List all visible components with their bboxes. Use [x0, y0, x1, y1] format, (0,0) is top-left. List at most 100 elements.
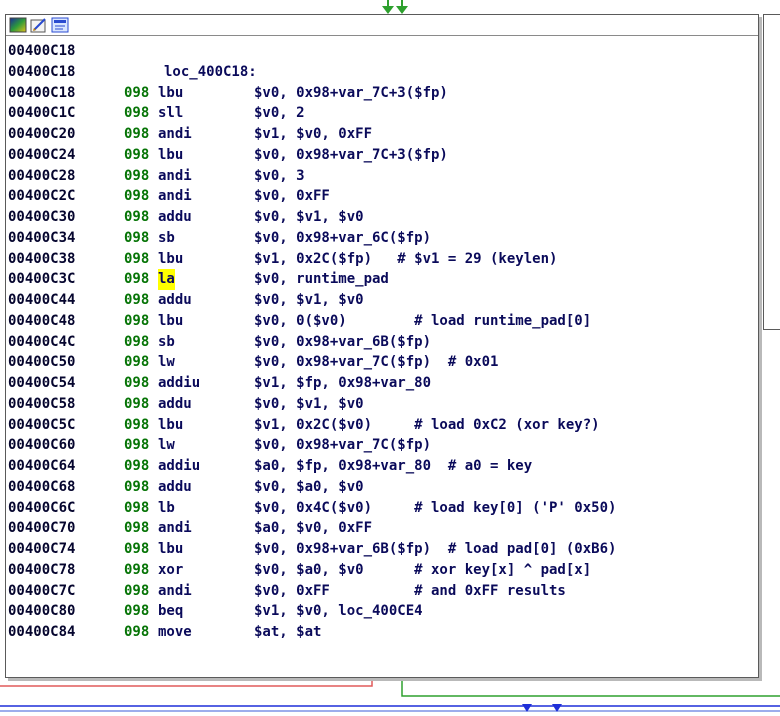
operands[interactable]: $v0, 0xFF — [254, 186, 330, 207]
disasm-line[interactable]: 00400C34 098 sb $v0, 0x98+var_6C($fp) — [6, 228, 758, 249]
line-address: 00400C80 — [8, 603, 76, 620]
disasm-line[interactable]: 00400C48 098 lbu $v0, 0($v0) # load runtime… — [6, 311, 758, 332]
operands[interactable]: $v0, 0x98+var_7C+3($fp) — [254, 145, 448, 166]
operands[interactable]: $v1, $v0, loc_400CE4 — [254, 601, 423, 622]
line-address: 00400C4C — [8, 333, 76, 350]
mnemonic[interactable]: xor — [158, 560, 183, 581]
operands[interactable]: $v0, 0x98+var_6B($fp) # load pad[0] (0xB… — [254, 539, 616, 560]
disasm-line[interactable]: 00400C20 098 andi $v1, $v0, 0xFF — [6, 124, 758, 145]
disasm-line[interactable]: 00400C2C 098 andi $v0, 0xFF — [6, 186, 758, 207]
mnemonic[interactable]: lbu — [158, 311, 183, 332]
stack-pointer: 098 — [124, 312, 150, 329]
line-address: 00400C34 — [8, 229, 76, 246]
disasm-line[interactable]: 00400C3C 098 la $v0, runtime_pad — [6, 269, 758, 290]
operands[interactable]: $v0, 0x98+var_6C($fp) — [254, 228, 431, 249]
mnemonic[interactable]: addu — [158, 290, 192, 311]
code-block-node[interactable]: 00400C18 00400C18 loc_400C18: 00400C18 098 lb… — [5, 14, 759, 678]
mnemonic[interactable]: addu — [158, 207, 192, 228]
mnemonic[interactable]: addu — [158, 477, 192, 498]
disasm-line[interactable]: 00400C18 — [6, 41, 758, 62]
mnemonic[interactable]: move — [158, 622, 192, 643]
disasm-line[interactable]: 00400C68 098 addu $v0, $a0, $v0 — [6, 477, 758, 498]
disasm-line[interactable]: 00400C4C 098 sb $v0, 0x98+var_6B($fp) — [6, 332, 758, 353]
mnemonic[interactable]: andi — [158, 166, 192, 187]
stack-pointer: 098 — [124, 250, 150, 267]
mnemonic[interactable]: lbu — [158, 145, 183, 166]
disasm-line[interactable]: 00400C74 098 lbu $v0, 0x98+var_6B($fp) # lo… — [6, 539, 758, 560]
operands[interactable]: $v0, 0x98+var_6B($fp) — [254, 332, 431, 353]
operands[interactable]: $at, $at — [254, 622, 321, 643]
edit-icon[interactable] — [30, 17, 48, 33]
mnemonic[interactable]: andi — [158, 518, 192, 539]
disasm-line[interactable]: 00400C7C 098 andi $v0, 0xFF # and 0xFF resu… — [6, 581, 758, 602]
mnemonic[interactable]: beq — [158, 601, 183, 622]
disasm-line[interactable]: 00400C80 098 beq $v1, $v0, loc_400CE4 — [6, 601, 758, 622]
operands[interactable]: $v1, $fp, 0x98+var_80 — [254, 373, 431, 394]
operands[interactable]: $a0, $v0, 0xFF — [254, 518, 372, 539]
mnemonic[interactable]: andi — [158, 581, 192, 602]
disasm-line[interactable]: 00400C50 098 lw $v0, 0x98+var_7C($fp) # 0x0… — [6, 352, 758, 373]
mnemonic[interactable]: addiu — [158, 456, 200, 477]
disasm-line[interactable]: 00400C28 098 andi $v0, 3 — [6, 166, 758, 187]
stack-pointer: 098 — [124, 395, 150, 412]
mnemonic[interactable]: sb — [158, 228, 175, 249]
operands[interactable]: $v0, 0xFF # and 0xFF results — [254, 581, 566, 602]
adjacent-node[interactable] — [763, 14, 780, 330]
mnemonic[interactable]: addiu — [158, 373, 200, 394]
disasm-line[interactable]: 00400C54 098 addiu $v1, $fp, 0x98+var_80 — [6, 373, 758, 394]
operands[interactable]: $v0, $v1, $v0 — [254, 207, 364, 228]
mnemonic[interactable]: lbu — [158, 415, 183, 436]
mnemonic[interactable]: lw — [158, 352, 175, 373]
operands[interactable]: $v0, 0x98+var_7C($fp) # 0x01 — [254, 352, 498, 373]
disasm-line[interactable]: 00400C44 098 addu $v0, $v1, $v0 — [6, 290, 758, 311]
mnemonic[interactable]: lbu — [158, 83, 183, 104]
code-label[interactable]: loc_400C18: — [164, 62, 257, 83]
stack-pointer: 098 — [124, 167, 150, 184]
disasm-line[interactable]: 00400C38 098 lbu $v1, 0x2C($fp) # $v1 = 29 … — [6, 249, 758, 270]
operands[interactable]: $v1, 0x2C($fp) # $v1 = 29 (keylen) — [254, 249, 557, 270]
operands[interactable]: $v0, 2 — [254, 103, 305, 124]
operands[interactable]: $v0, runtime_pad — [254, 269, 389, 290]
graph-overview-icon[interactable] — [51, 17, 69, 33]
disasm-line[interactable]: 00400C18 098 lbu $v0, 0x98+var_7C+3($fp) — [6, 83, 758, 104]
operands[interactable]: $v0, $v1, $v0 — [254, 394, 364, 415]
operands[interactable]: $v0, $v1, $v0 — [254, 290, 364, 311]
disasm-line[interactable]: 00400C24 098 lbu $v0, 0x98+var_7C+3($fp) — [6, 145, 758, 166]
stack-pointer: 098 — [124, 188, 150, 205]
disasm-line[interactable]: 00400C84 098 move $at, $at — [6, 622, 758, 643]
operands[interactable]: $v0, 0x4C($v0) # load key[0] ('P' 0x50) — [254, 498, 616, 519]
mnemonic[interactable]: sb — [158, 332, 175, 353]
mnemonic[interactable]: la — [158, 269, 175, 290]
operands[interactable]: $v0, 0x98+var_7C+3($fp) — [254, 83, 448, 104]
operands[interactable]: $v0, $a0, $v0 — [254, 477, 364, 498]
mnemonic[interactable]: lb — [158, 498, 175, 519]
stack-pointer: 098 — [124, 229, 150, 246]
operands[interactable]: $v1, $v0, 0xFF — [254, 124, 372, 145]
operands[interactable]: $v0, 3 — [254, 166, 305, 187]
line-address: 00400C84 — [8, 624, 76, 640]
disasm-line[interactable]: 00400C1C 098 sll $v0, 2 — [6, 103, 758, 124]
operands[interactable]: $a0, $fp, 0x98+var_80 # a0 = key — [254, 456, 532, 477]
line-address: 00400C48 — [8, 312, 76, 329]
disasm-line[interactable]: 00400C30 098 addu $v0, $v1, $v0 — [6, 207, 758, 228]
mnemonic[interactable]: lw — [158, 435, 175, 456]
mnemonic[interactable]: lbu — [158, 539, 183, 560]
disasm-line[interactable]: 00400C5C 098 lbu $v1, 0x2C($v0) # load 0xC2… — [6, 415, 758, 436]
operands[interactable]: $v0, 0($v0) # load runtime_pad[0] — [254, 311, 591, 332]
mnemonic[interactable]: addu — [158, 394, 192, 415]
color-icon[interactable] — [9, 17, 27, 33]
operands[interactable]: $v1, 0x2C($v0) # load 0xC2 (xor key?) — [254, 415, 600, 436]
disasm-line[interactable]: 00400C18 loc_400C18: — [6, 62, 758, 83]
mnemonic[interactable]: sll — [158, 103, 183, 124]
mnemonic[interactable]: andi — [158, 186, 192, 207]
disasm-line[interactable]: 00400C6C 098 lb $v0, 0x4C($v0) # load key[0… — [6, 498, 758, 519]
disasm-line[interactable]: 00400C64 098 addiu $a0, $fp, 0x98+var_80 # … — [6, 456, 758, 477]
disasm-line[interactable]: 00400C58 098 addu $v0, $v1, $v0 — [6, 394, 758, 415]
disasm-line[interactable]: 00400C70 098 andi $a0, $v0, 0xFF — [6, 518, 758, 539]
mnemonic[interactable]: andi — [158, 124, 192, 145]
mnemonic[interactable]: lbu — [158, 249, 183, 270]
disasm-line[interactable]: 00400C78 098 xor $v0, $a0, $v0 # xor key[x]… — [6, 560, 758, 581]
operands[interactable]: $v0, 0x98+var_7C($fp) — [254, 435, 431, 456]
disasm-line[interactable]: 00400C60 098 lw $v0, 0x98+var_7C($fp) — [6, 435, 758, 456]
operands[interactable]: $v0, $a0, $v0 # xor key[x] ^ pad[x] — [254, 560, 591, 581]
